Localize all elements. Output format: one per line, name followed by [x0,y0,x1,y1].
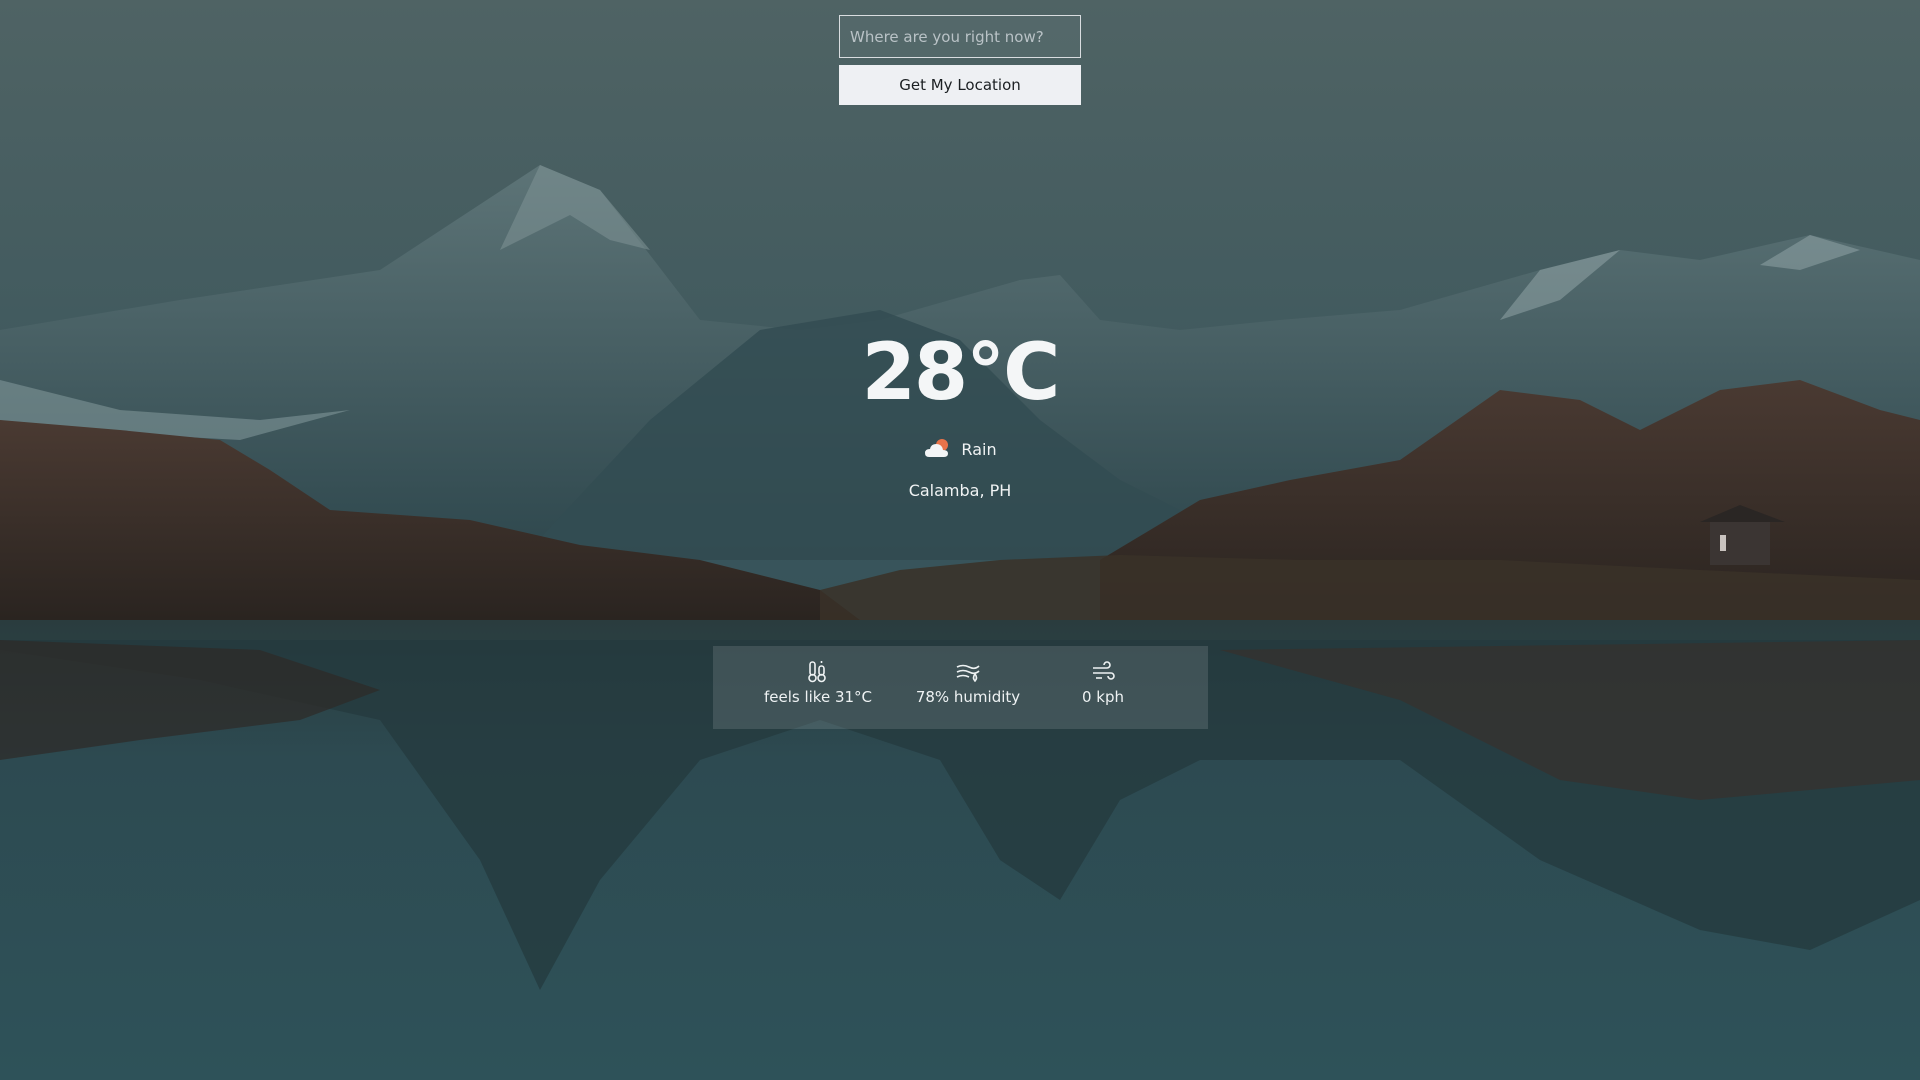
thermometer-icon [805,660,831,684]
wind-icon [1090,660,1116,684]
mountain-lake-image [0,0,1920,1080]
search-area: Get My Location [839,15,1081,105]
humidity-detail: 78% humidity [908,660,1028,706]
weather-condition: Rain [0,437,1920,461]
feels-like-detail: feels like 31°C [758,660,878,706]
cloud-sun-icon [923,437,953,461]
get-my-location-button[interactable]: Get My Location [839,65,1081,105]
location-search-input[interactable] [839,15,1081,58]
temperature-display: 28°C [861,328,1061,418]
wind-detail: 0 kph [1063,660,1143,706]
humidity-wind-icon [955,660,981,684]
wind-label: 0 kph [1081,688,1125,706]
feels-like-label: feels like 31°C [763,688,873,706]
background-landscape [0,0,1920,1080]
location-label: Calamba, PH [908,481,1012,500]
humidity-label: 78% humidity [915,688,1021,706]
condition-label: Rain [961,439,997,459]
weather-details-panel: feels like 31°C 78% humidity 0 kph [713,646,1208,729]
